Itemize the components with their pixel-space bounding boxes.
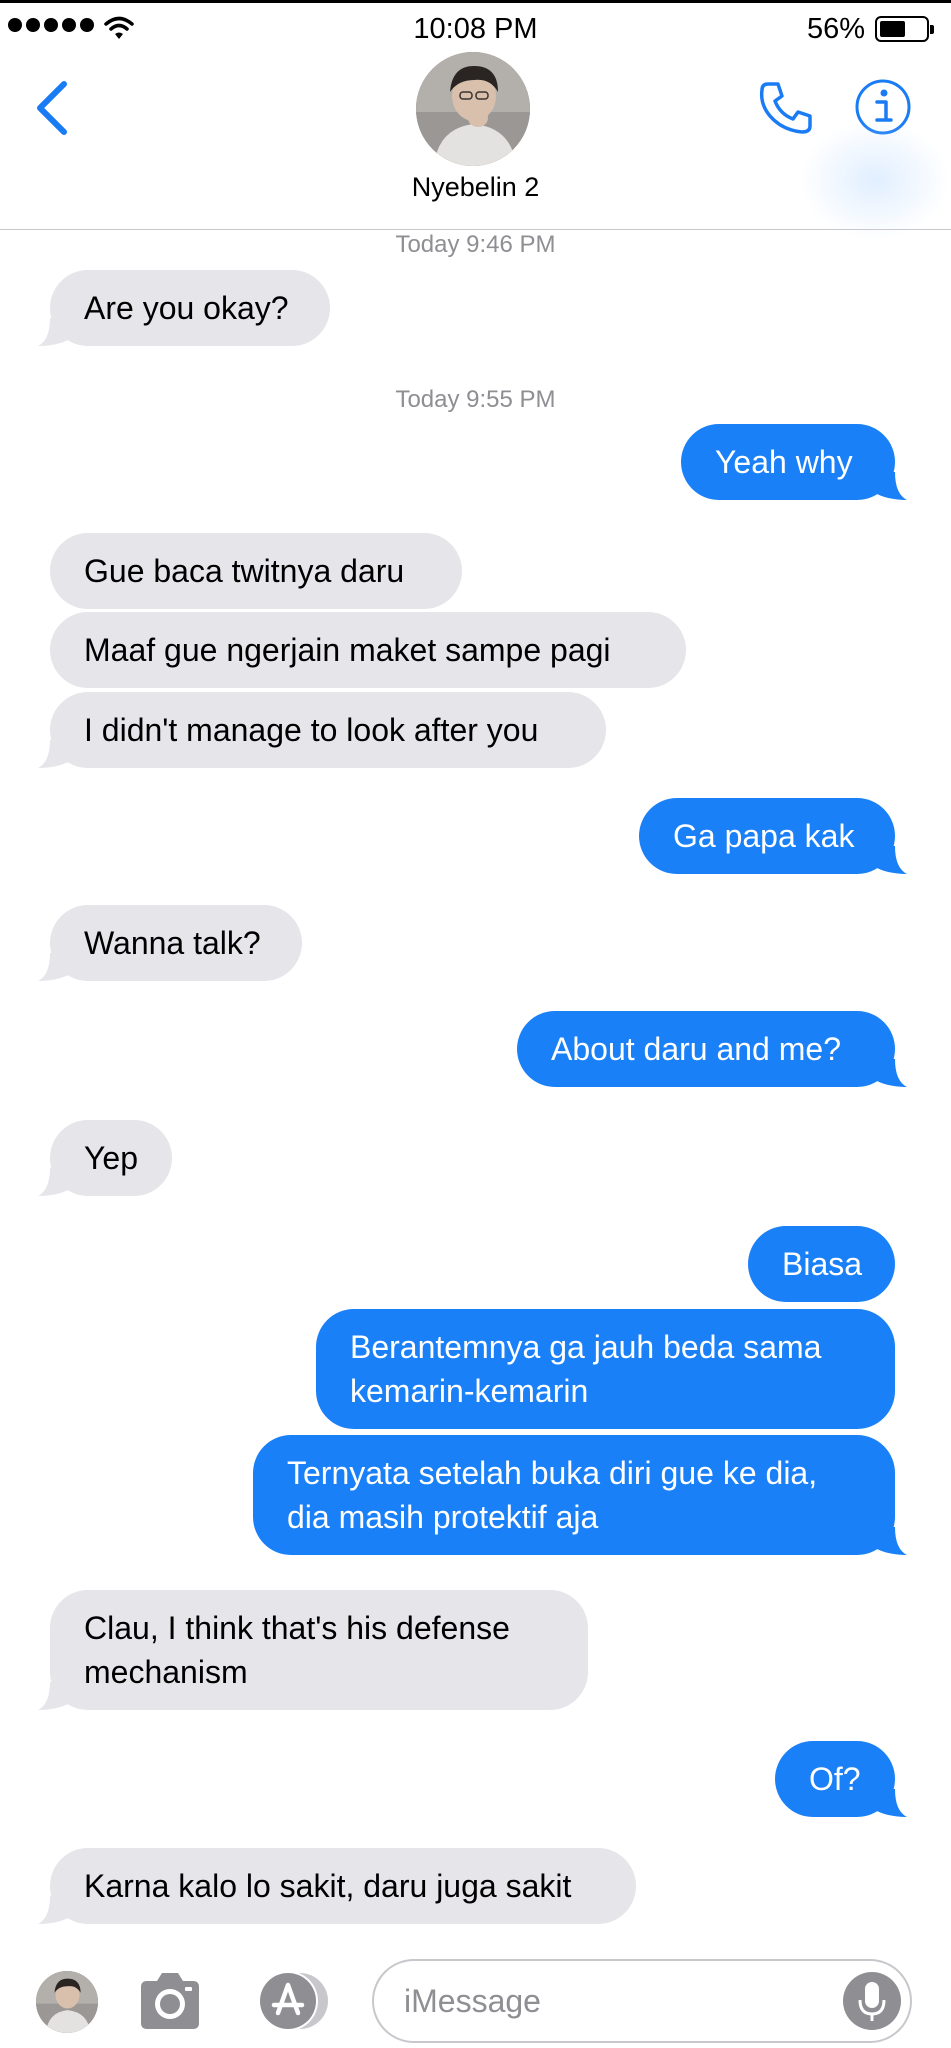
bubble-tail [38,953,68,981]
message-bubble-incoming[interactable]: Clau, I think that's his defense mechani… [38,1590,588,1710]
phone-icon[interactable] [756,78,816,138]
message-bubble-incoming[interactable]: Maaf gue ngerjain maket sampe pagi [50,612,686,688]
app-store-icon[interactable] [250,1969,336,2033]
message-text: Maaf gue ngerjain maket sampe pagi [84,632,611,668]
back-button[interactable] [28,78,78,138]
bubble-tail [38,740,68,768]
message-text: Are you okay? [84,290,289,326]
message-text: Yeah why [715,444,853,480]
microphone-glyph [858,1982,886,2021]
battery-icon [875,16,934,42]
message-bubble-incoming[interactable]: Karna kalo lo sakit, daru juga sakit [38,1848,636,1924]
timestamp: Today 9:46 PM [395,231,556,258]
message-text: Ga papa kak [673,818,855,854]
bubble-tail [38,1896,68,1924]
battery-percent: 56% [806,13,865,45]
message-text: Clau, I think that's his defense mechani… [84,1610,510,1690]
message-bubble-incoming[interactable]: Yep [38,1120,172,1196]
avatar-photo [36,1971,98,2033]
imessage-input[interactable] [372,1959,912,2043]
message-bubble-outgoing[interactable]: Yeah why [681,424,907,500]
contact-name[interactable]: Nyebelin 2 [0,172,951,203]
info-icon[interactable] [854,78,912,136]
avatar-photo [416,52,530,166]
message-text: Berantemnya ga jauh beda sama kemarin-ke… [350,1329,822,1409]
bubble-tail [877,472,907,500]
message-bubble-incoming[interactable]: I didn't manage to look after you [38,692,606,768]
message-text: Of? [809,1761,861,1797]
bubble-tail [38,1682,68,1710]
compose-bar [0,1945,951,2048]
message-bubble-outgoing[interactable]: Berantemnya ga jauh beda sama kemarin-ke… [316,1309,895,1429]
my-avatar[interactable] [36,1971,98,2033]
message-bubble-outgoing[interactable]: Ternyata setelah buka diri gue ke dia, d… [253,1435,907,1555]
conversation-header: Nyebelin 2 [0,52,951,230]
bubble-tail [877,1789,907,1817]
camera-icon[interactable] [135,1969,205,2033]
message-text: Ternyata setelah buka diri gue ke dia, d… [287,1455,818,1535]
message-text: Karna kalo lo sakit, daru juga sakit [84,1868,572,1904]
message-thread[interactable]: Today 9:46 PM Are you okay? Today 9:55 P… [0,231,951,1945]
bubble-tail [38,318,68,346]
message-bubble-incoming[interactable]: Gue baca twitnya daru [50,533,462,609]
message-text: I didn't manage to look after you [84,712,539,748]
message-bubble-incoming[interactable]: Wanna talk? [38,905,302,981]
battery-level-fill [880,21,905,37]
message-text: Yep [84,1140,138,1176]
message-text: Gue baca twitnya daru [84,553,405,589]
message-bubble-incoming[interactable]: Are you okay? [38,270,330,346]
bubble-tail [38,1168,68,1196]
message-text: About daru and me? [551,1031,841,1067]
contact-avatar[interactable] [416,52,530,166]
status-bar: 10:08 PM 56% [0,0,951,52]
bubble-tail [877,1059,907,1087]
bubble-tail [877,846,907,874]
message-bubble-outgoing[interactable]: Ga papa kak [639,798,907,874]
message-bubble-outgoing[interactable]: About daru and me? [517,1011,907,1087]
message-text: Biasa [782,1246,863,1282]
microphone-icon[interactable] [843,1972,901,2030]
message-bubble-outgoing[interactable]: Biasa [748,1226,895,1302]
message-text: Wanna talk? [84,925,261,961]
bubble-tail [877,1527,907,1555]
timestamp: Today 9:55 PM [395,386,556,413]
message-bubble-outgoing[interactable]: Of? [775,1741,907,1817]
